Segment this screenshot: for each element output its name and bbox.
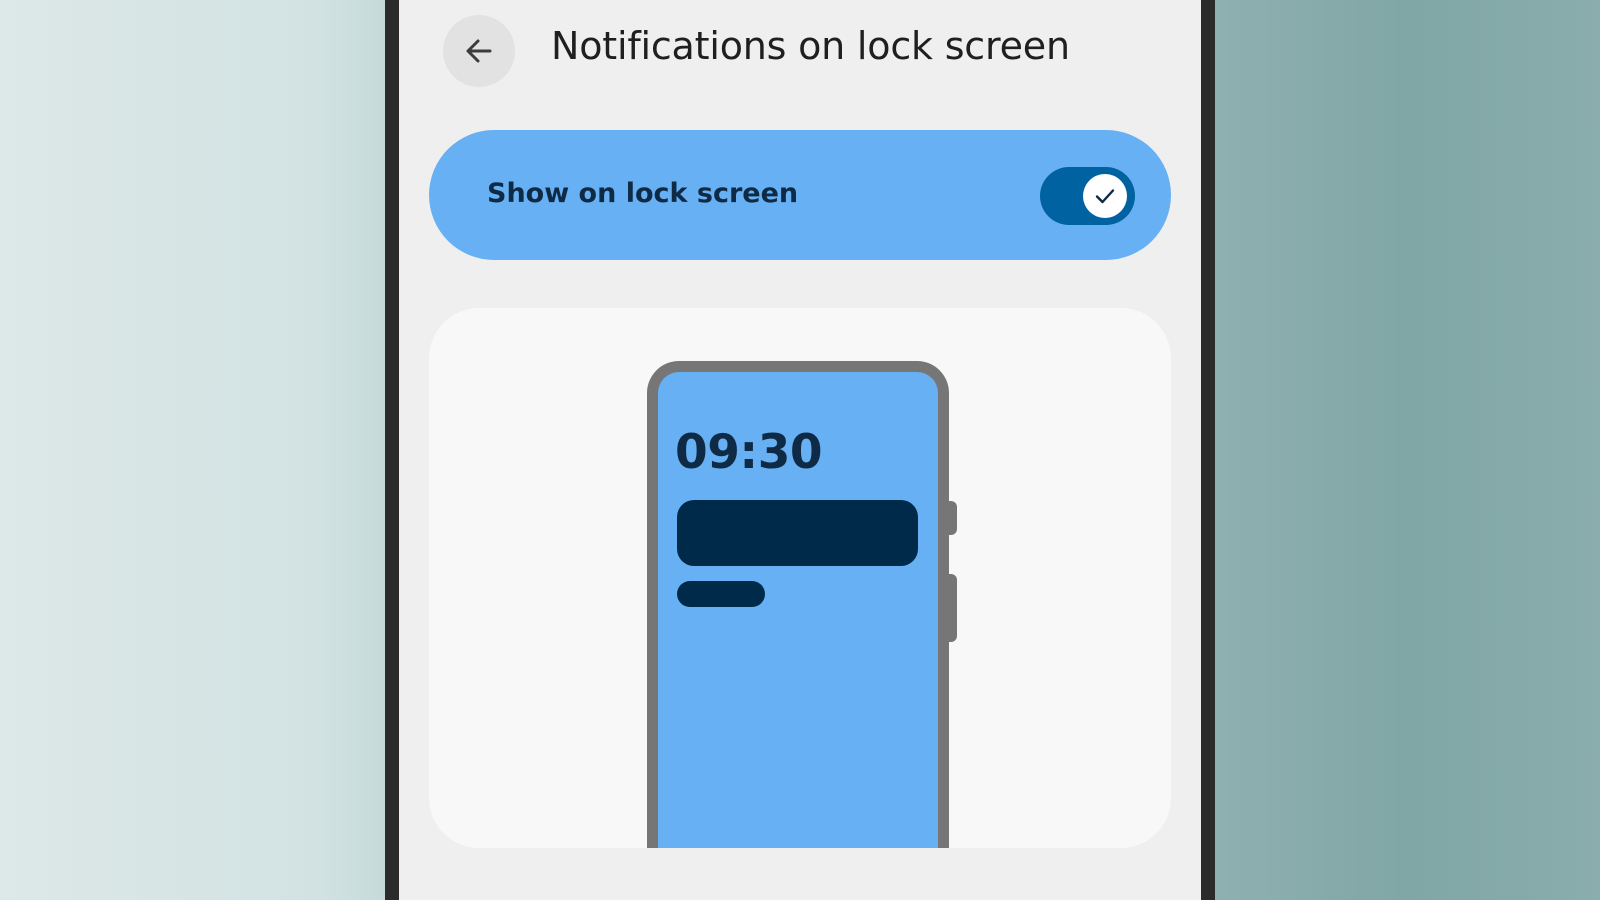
switch-thumb (1083, 174, 1127, 218)
mock-notification-large (677, 500, 918, 566)
arrow-left-icon (466, 39, 492, 63)
mock-notification-small (677, 581, 765, 607)
mock-clock: 09:30 (675, 425, 823, 480)
lock-screen-preview-card: 09:30 (429, 308, 1171, 848)
show-on-lock-screen-label: Show on lock screen (487, 178, 799, 209)
mock-phone-illustration: 09:30 (647, 361, 949, 848)
show-on-lock-screen-switch[interactable] (1040, 167, 1135, 225)
page-title: Notifications on lock screen (551, 24, 1070, 68)
show-on-lock-screen-row[interactable]: Show on lock screen (429, 130, 1171, 260)
back-button[interactable] (443, 15, 515, 87)
check-icon (1095, 189, 1115, 204)
